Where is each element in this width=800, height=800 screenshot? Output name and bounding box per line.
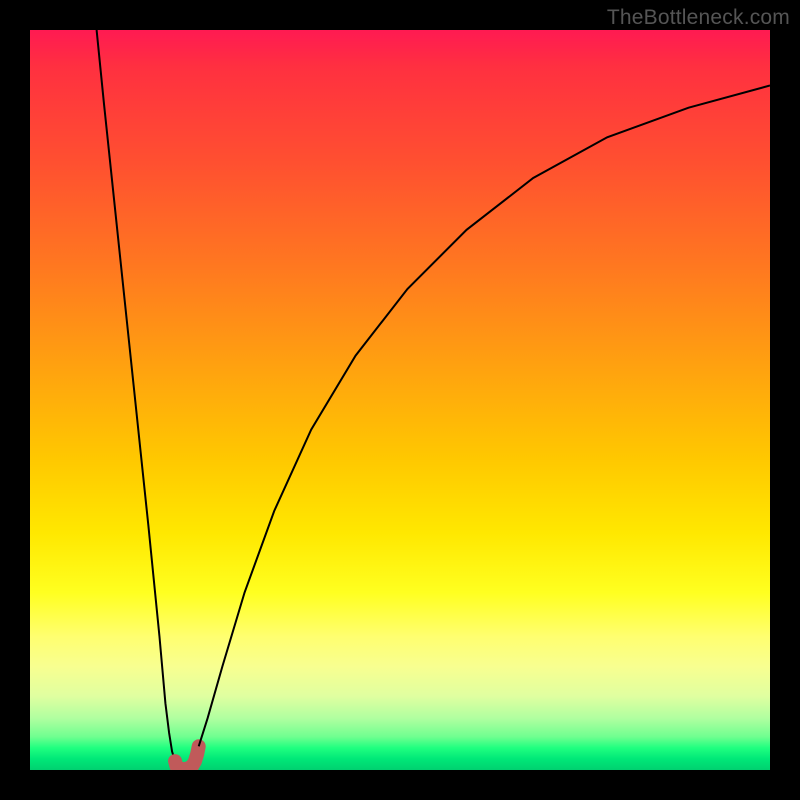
chart-frame: TheBottleneck.com <box>0 0 800 800</box>
curve-right-branch <box>199 86 770 747</box>
curve-left-branch <box>97 30 175 761</box>
plot-area <box>30 30 770 770</box>
curve-layer <box>30 30 770 770</box>
curve-dip-marker <box>175 746 199 769</box>
watermark-text: TheBottleneck.com <box>607 6 790 30</box>
